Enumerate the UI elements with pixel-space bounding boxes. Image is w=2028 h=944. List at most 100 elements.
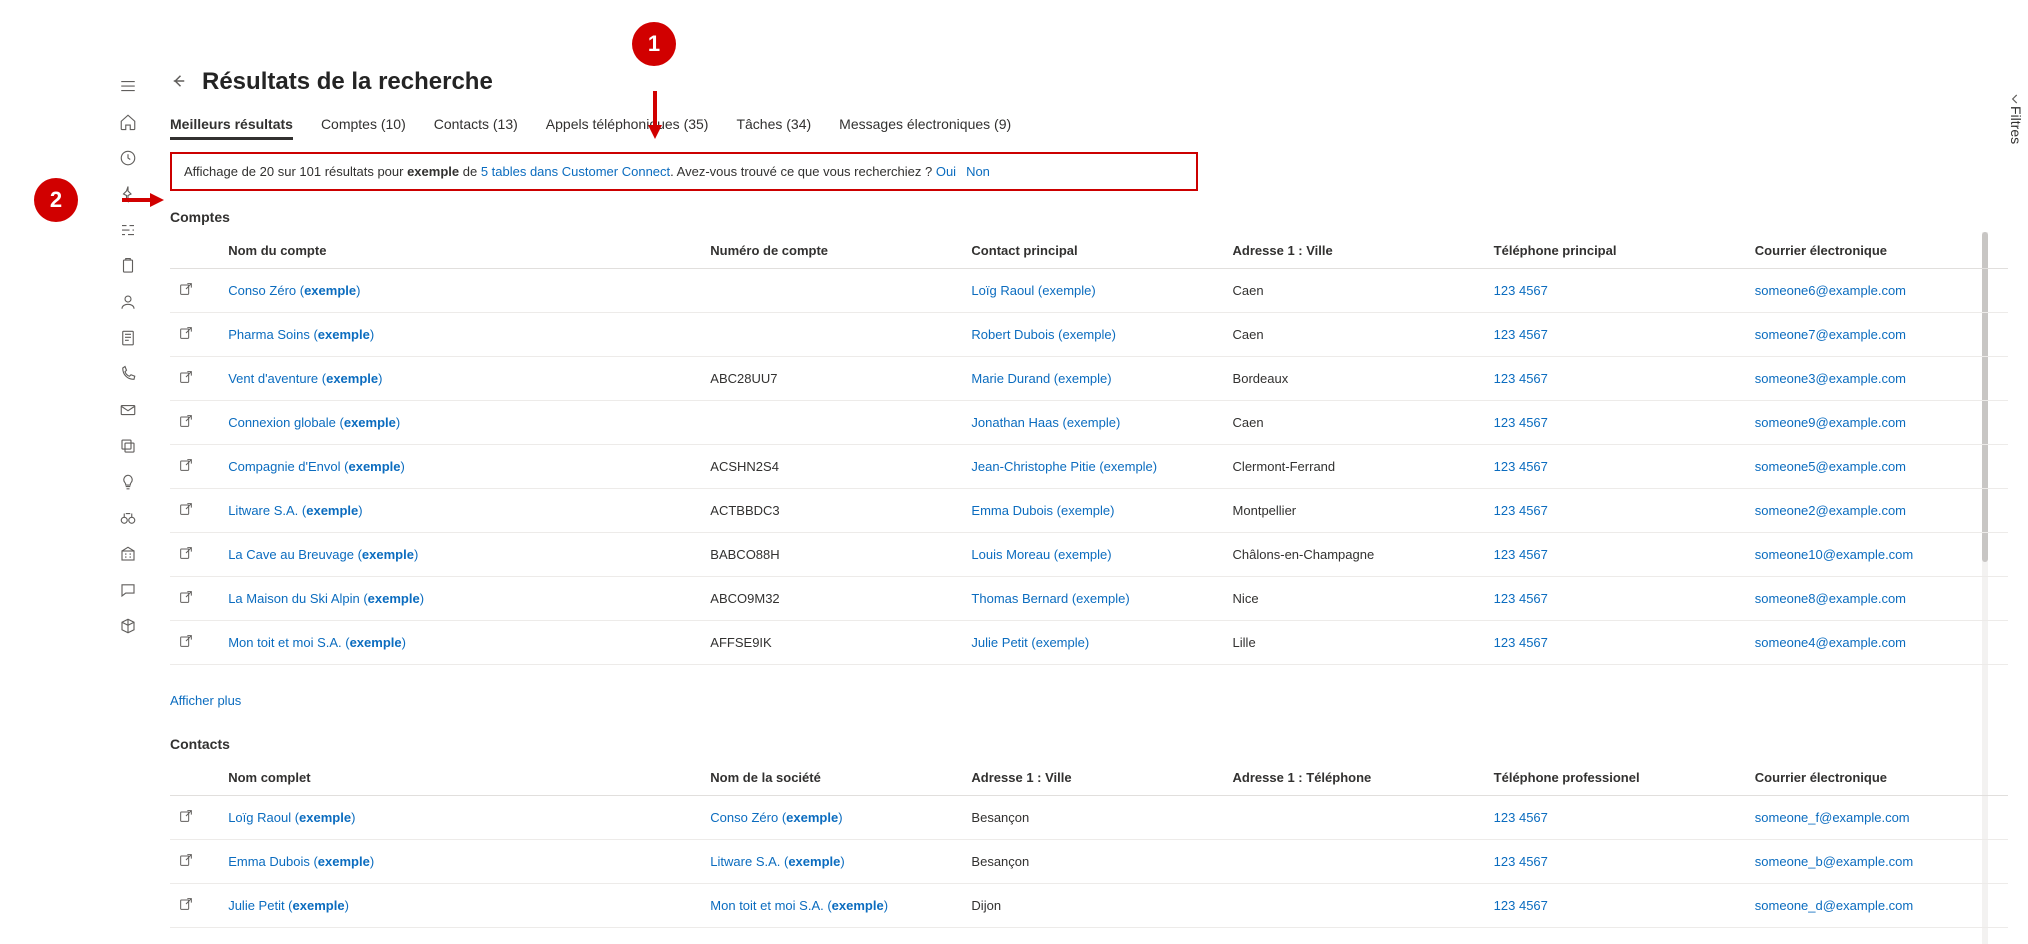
- col-header[interactable]: Nom de la société: [702, 760, 963, 796]
- phone-link[interactable]: 123 4567: [1494, 283, 1548, 298]
- col-header[interactable]: Adresse 1 : Téléphone: [1225, 760, 1486, 796]
- open-record-icon[interactable]: [178, 549, 194, 564]
- account-name-link[interactable]: Vent d'aventure (exemple): [228, 371, 382, 386]
- open-record-icon[interactable]: [178, 593, 194, 608]
- back-arrow-icon[interactable]: [170, 72, 188, 93]
- col-header[interactable]: Courrier électronique: [1747, 233, 2008, 269]
- tab-2[interactable]: Contacts (13): [434, 116, 518, 140]
- nav-recent-icon[interactable]: [112, 140, 144, 176]
- open-record-icon[interactable]: [178, 505, 194, 520]
- contact-link[interactable]: Robert Dubois (exemple): [971, 327, 1116, 342]
- col-header[interactable]: Nom du compte: [220, 233, 702, 269]
- table-row[interactable]: Pharma Soins (exemple) Robert Dubois (exe…: [170, 313, 2008, 357]
- phone-link[interactable]: 123 4567: [1494, 327, 1548, 342]
- table-row[interactable]: Emma Dubois (exemple) Litware S.A. (exemp…: [170, 840, 2008, 884]
- open-record-icon[interactable]: [178, 812, 194, 827]
- phone-link[interactable]: 123 4567: [1494, 810, 1548, 825]
- contact-link[interactable]: Marie Durand (exemple): [971, 371, 1111, 386]
- nav-clipboard-icon[interactable]: [112, 248, 144, 284]
- col-header[interactable]: Courrier électronique: [1747, 760, 2008, 796]
- nav-phone-icon[interactable]: [112, 356, 144, 392]
- table-row[interactable]: Vent d'aventure (exemple)ABC28UU7Marie D…: [170, 357, 2008, 401]
- contact-name-link[interactable]: Emma Dubois (exemple): [228, 854, 374, 869]
- feedback-no-link[interactable]: Non: [966, 164, 990, 179]
- nav-notes-icon[interactable]: [112, 320, 144, 356]
- open-record-icon[interactable]: [178, 329, 194, 344]
- nav-pinned-icon[interactable]: [112, 176, 144, 212]
- contact-link[interactable]: Loïg Raoul (exemple): [971, 283, 1095, 298]
- table-row[interactable]: La Maison du Ski Alpin (exemple)ABCO9M32…: [170, 577, 2008, 621]
- open-record-icon[interactable]: [178, 373, 194, 388]
- email-link[interactable]: someone8@example.com: [1755, 591, 1906, 606]
- phone-link[interactable]: 123 4567: [1494, 371, 1548, 386]
- open-record-icon[interactable]: [178, 285, 194, 300]
- nav-chat-icon[interactable]: [112, 572, 144, 608]
- nav-lightbulb-icon[interactable]: [112, 464, 144, 500]
- phone-link[interactable]: 123 4567: [1494, 591, 1548, 606]
- table-row[interactable]: La Cave au Breuvage (exemple)BABCO88HLou…: [170, 533, 2008, 577]
- email-link[interactable]: someone4@example.com: [1755, 635, 1906, 650]
- company-link[interactable]: Mon toit et moi S.A. (exemple): [710, 898, 888, 913]
- contact-link[interactable]: Jean-Christophe Pitie (exemple): [971, 459, 1157, 474]
- nav-menu-icon[interactable]: [112, 68, 144, 104]
- phone-link[interactable]: 123 4567: [1494, 503, 1548, 518]
- nav-mail-icon[interactable]: [112, 392, 144, 428]
- phone-link[interactable]: 123 4567: [1494, 459, 1548, 474]
- account-name-link[interactable]: Conso Zéro (exemple): [228, 283, 360, 298]
- table-row[interactable]: Conso Zéro (exemple) Loïg Raoul (exemple)…: [170, 269, 2008, 313]
- email-link[interactable]: someone_b@example.com: [1755, 854, 1913, 869]
- contact-name-link[interactable]: Julie Petit (exemple): [228, 898, 349, 913]
- table-row[interactable]: Julie Petit (exemple) Mon toit et moi S.A…: [170, 884, 2008, 928]
- email-link[interactable]: someone3@example.com: [1755, 371, 1906, 386]
- tab-3[interactable]: Appels téléphoniques (35): [546, 116, 709, 140]
- account-name-link[interactable]: Litware S.A. (exemple): [228, 503, 362, 518]
- account-name-link[interactable]: Connexion globale (exemple): [228, 415, 400, 430]
- feedback-tables-link[interactable]: 5 tables dans Customer Connect: [481, 164, 670, 179]
- company-link[interactable]: Conso Zéro (exemple): [710, 810, 842, 825]
- phone-link[interactable]: 123 4567: [1494, 547, 1548, 562]
- col-header[interactable]: Contact principal: [963, 233, 1224, 269]
- contact-link[interactable]: Louis Moreau (exemple): [971, 547, 1111, 562]
- contact-link[interactable]: Thomas Bernard (exemple): [971, 591, 1129, 606]
- nav-settings-icon[interactable]: [112, 212, 144, 248]
- email-link[interactable]: someone6@example.com: [1755, 283, 1906, 298]
- email-link[interactable]: someone5@example.com: [1755, 459, 1906, 474]
- tab-1[interactable]: Comptes (10): [321, 116, 406, 140]
- phone-link[interactable]: 123 4567: [1494, 415, 1548, 430]
- table-row[interactable]: Connexion globale (exemple)Jonathan Haas…: [170, 401, 2008, 445]
- col-header[interactable]: Adresse 1 : Ville: [1225, 233, 1486, 269]
- contact-link[interactable]: Julie Petit (exemple): [971, 635, 1089, 650]
- table-row[interactable]: Mon toit et moi S.A. (exemple)AFFSE9IKJu…: [170, 621, 2008, 665]
- phone-link[interactable]: 123 4567: [1494, 854, 1548, 869]
- table-row[interactable]: Litware S.A. (exemple)ACTBBDC3Emma Duboi…: [170, 489, 2008, 533]
- open-record-icon[interactable]: [178, 637, 194, 652]
- account-name-link[interactable]: La Maison du Ski Alpin (exemple): [228, 591, 424, 606]
- table-row[interactable]: Compagnie d'Envol (exemple)ACSHN2S4Jean-…: [170, 445, 2008, 489]
- phone-link[interactable]: 123 4567: [1494, 898, 1548, 913]
- nav-building-icon[interactable]: [112, 536, 144, 572]
- open-record-icon[interactable]: [178, 461, 194, 476]
- nav-person-icon[interactable]: [112, 284, 144, 320]
- col-header[interactable]: Adresse 1 : Ville: [963, 760, 1224, 796]
- account-name-link[interactable]: La Cave au Breuvage (exemple): [228, 547, 418, 562]
- account-name-link[interactable]: Pharma Soins (exemple): [228, 327, 374, 342]
- nav-copy-icon[interactable]: [112, 428, 144, 464]
- contact-name-link[interactable]: Loïg Raoul (exemple): [228, 810, 355, 825]
- col-header[interactable]: Téléphone principal: [1486, 233, 1747, 269]
- col-header[interactable]: Téléphone professionel: [1486, 760, 1747, 796]
- show-more-link[interactable]: Afficher plus: [170, 693, 2008, 708]
- email-link[interactable]: someone9@example.com: [1755, 415, 1906, 430]
- col-header[interactable]: Nom complet: [220, 760, 702, 796]
- company-link[interactable]: Litware S.A. (exemple): [710, 854, 844, 869]
- nav-binoculars-icon[interactable]: [112, 500, 144, 536]
- email-link[interactable]: someone_f@example.com: [1755, 810, 1910, 825]
- col-header[interactable]: Numéro de compte: [702, 233, 963, 269]
- email-link[interactable]: someone2@example.com: [1755, 503, 1906, 518]
- email-link[interactable]: someone7@example.com: [1755, 327, 1906, 342]
- feedback-yes-link[interactable]: Oui: [936, 164, 956, 179]
- table-row[interactable]: Loïg Raoul (exemple) Conso Zéro (exemple)…: [170, 796, 2008, 840]
- account-name-link[interactable]: Compagnie d'Envol (exemple): [228, 459, 405, 474]
- tab-5[interactable]: Messages électroniques (9): [839, 116, 1011, 140]
- phone-link[interactable]: 123 4567: [1494, 635, 1548, 650]
- tab-0[interactable]: Meilleurs résultats: [170, 116, 293, 140]
